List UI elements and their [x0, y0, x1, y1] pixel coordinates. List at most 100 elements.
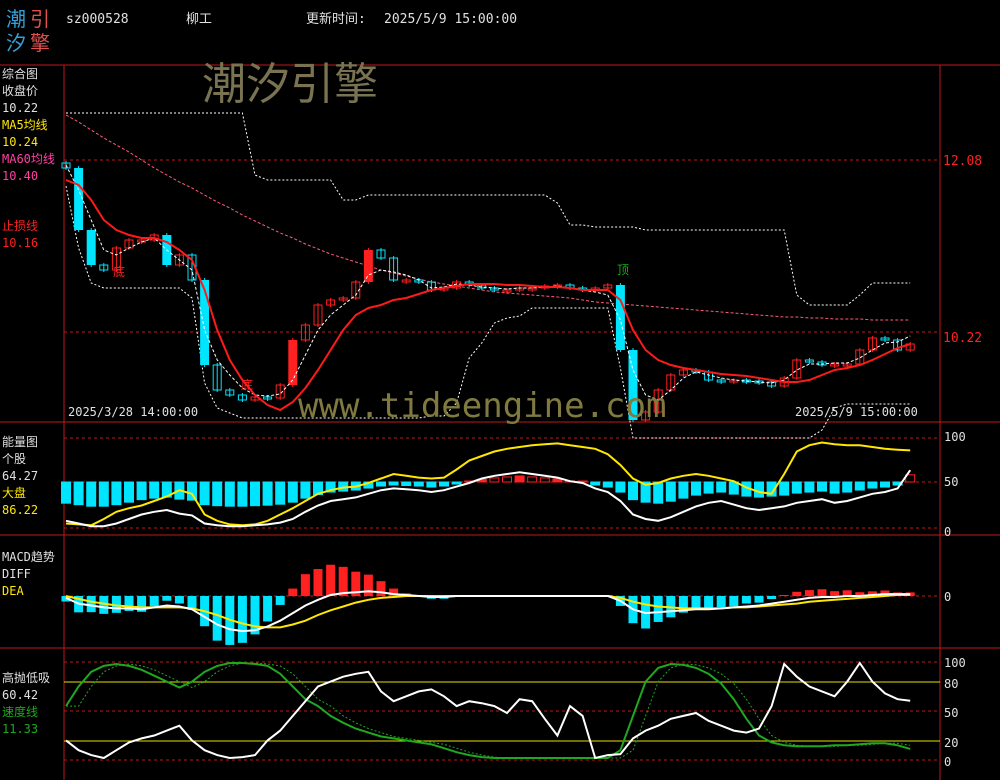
energy-bar-59	[804, 481, 815, 493]
logo-char-3: 汐	[6, 31, 26, 55]
kdj-tick-20: 20	[944, 736, 959, 750]
kdj-panel-title: 高抛低吸	[2, 671, 51, 685]
energy-bar-65	[880, 481, 890, 488]
macd-diff-label: DIFF	[2, 567, 31, 581]
kdj-tick-80: 80	[944, 677, 959, 691]
macd-bar-57	[779, 595, 789, 596]
energy-bar-51	[703, 481, 714, 494]
energy-bar-52	[716, 481, 727, 493]
stop-loss-label: 止损线	[2, 219, 39, 233]
logo-char-2: 引	[30, 7, 50, 31]
update-time: 2025/5/9 15:00:00	[384, 12, 518, 27]
energy-bar-37	[527, 476, 538, 483]
macd-bar-20	[313, 569, 323, 596]
energy-bar-26	[388, 481, 399, 486]
macd-bar-7	[149, 596, 159, 607]
main-panel-title: 综合图	[2, 67, 39, 81]
energy-bar-27	[401, 481, 412, 487]
energy-bar-38	[539, 477, 550, 483]
energy-tick-50: 50	[944, 475, 959, 489]
kdj-tick-100: 100	[944, 656, 966, 670]
energy-bar-4	[111, 481, 122, 506]
energy-bar-1	[73, 481, 84, 506]
macd-bar-54	[741, 596, 751, 604]
energy-bar-16	[262, 481, 273, 506]
energy-bar-0	[61, 481, 71, 504]
ma60-line	[65, 114, 911, 321]
energy-bar-49	[678, 481, 689, 499]
macd-bar-52	[716, 596, 726, 608]
macd-bar-60	[817, 589, 827, 596]
energy-tick-0: 0	[944, 525, 952, 539]
macd-bar-58	[792, 591, 802, 596]
energy-bar-61	[829, 481, 840, 494]
macd-bar-53	[729, 596, 739, 607]
ma60-label: MA60均线	[2, 152, 55, 166]
energy-bar-44	[615, 481, 626, 493]
kdj-value: 60.42	[2, 688, 39, 702]
macd-bar-24	[363, 574, 373, 596]
macd-bar-61	[830, 591, 840, 596]
update-label: 更新时间:	[306, 12, 366, 27]
energy-bar-19	[300, 481, 311, 499]
stop-loss-line	[65, 179, 911, 412]
energy-bar-25	[376, 481, 386, 487]
energy-tick-100: 100	[944, 430, 966, 444]
top-marker: 顶	[617, 263, 630, 277]
energy-bar-57	[779, 481, 790, 496]
macd-tick-0: 0	[944, 590, 952, 604]
stop-loss-value: 10.16	[2, 236, 39, 250]
macd-bar-59	[804, 590, 814, 596]
candle-24	[363, 250, 373, 282]
energy-bar-28	[413, 481, 424, 487]
energy-bar-17	[275, 481, 286, 505]
kdj-tick-0: 0	[944, 755, 952, 769]
energy-bar-43	[602, 481, 613, 488]
date-end: 2025/5/9 15:00:00	[795, 405, 918, 419]
energy-bar-15	[250, 481, 260, 507]
energy-bar-11	[199, 481, 210, 506]
energy-bar-7	[149, 481, 160, 499]
energy-bar-5	[124, 481, 134, 503]
macd-bar-12	[212, 596, 222, 641]
logo: 潮 引 汐 擎	[6, 8, 58, 56]
energy-bar-3	[98, 481, 109, 507]
candle-1	[74, 168, 84, 230]
energy-bar-12	[212, 481, 223, 507]
energy-bar-62	[842, 481, 853, 493]
energy-bar-60	[817, 481, 827, 492]
macd-bar-55	[754, 596, 764, 603]
close-value: 10.22	[2, 101, 39, 115]
date-start: 2025/3/28 14:00:00	[68, 405, 199, 419]
energy-bar-30	[439, 481, 449, 487]
stock-name: 柳工	[186, 12, 213, 27]
energy-bar-6	[136, 481, 147, 501]
ma60-value: 10.40	[2, 169, 39, 183]
energy-bar-31	[451, 481, 462, 485]
energy-bar-63	[854, 481, 865, 491]
macd-bar-8	[162, 596, 172, 601]
macd-bar-19	[300, 574, 310, 596]
energy-bar-64	[867, 481, 878, 489]
macd-bar-47	[653, 596, 663, 622]
energy-bar-47	[653, 481, 664, 504]
macd-dea-label: DEA	[2, 584, 24, 598]
macd-bar-16	[263, 596, 273, 622]
energy-bar-50	[691, 481, 701, 496]
energy-bar-48	[665, 481, 676, 502]
macd-panel-title: MACD趋势	[2, 550, 55, 564]
price-axis-low: 10.22	[943, 331, 983, 346]
energy-bar-34	[489, 477, 500, 483]
ma5-value: 10.24	[2, 135, 39, 149]
energy-panel-title: 能量图	[2, 435, 39, 449]
energy-bar-2	[86, 481, 97, 507]
price-axis-high: 12.08	[943, 154, 983, 169]
energy-bar-18	[287, 481, 298, 503]
logo-char-1: 潮	[6, 7, 26, 31]
bottom-marker-1: 底	[113, 265, 126, 279]
macd-bar-21	[326, 564, 336, 596]
energy-bar-55	[754, 481, 764, 498]
energy-bar-36	[514, 475, 525, 483]
watermark-url: www.tideengine.com	[298, 386, 667, 426]
stock-code: sz000528	[66, 12, 129, 27]
